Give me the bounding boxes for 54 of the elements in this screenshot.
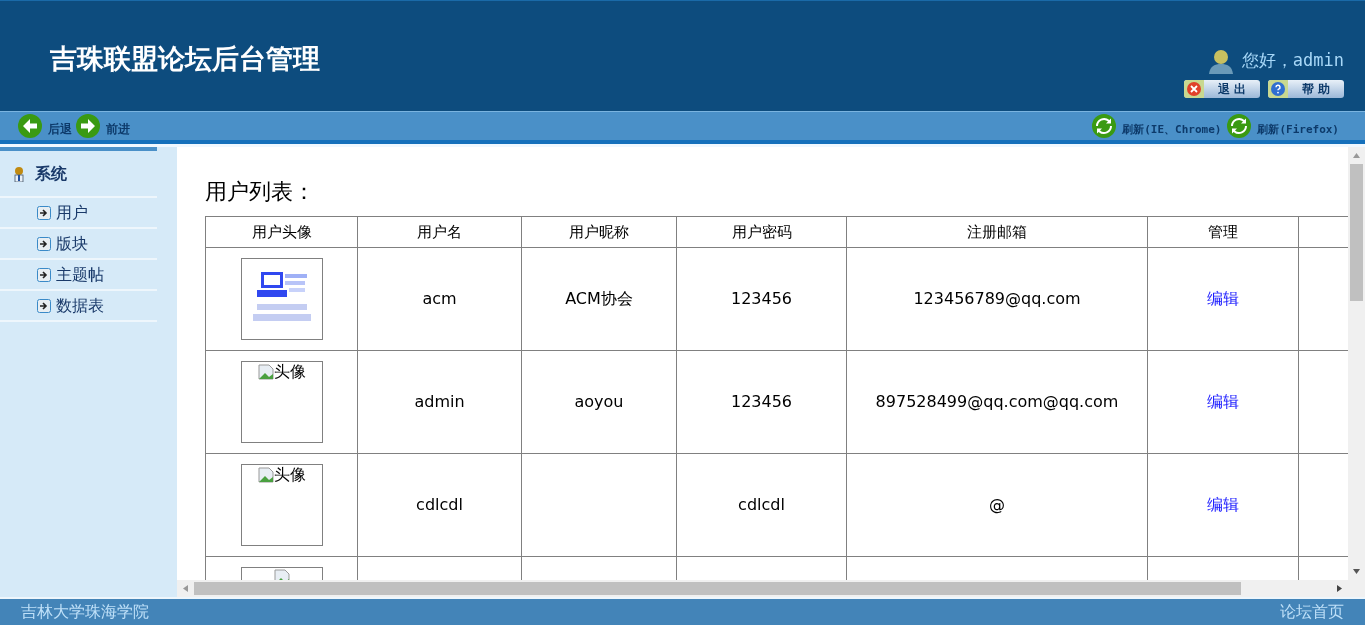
table-cell: 123456 xyxy=(730,289,793,308)
page-title: 用户列表： xyxy=(205,178,316,206)
edit-link[interactable]: 编辑 xyxy=(1207,495,1239,514)
table-cell: ACM协会 xyxy=(565,289,633,308)
table-cell: cdlcdl xyxy=(416,495,463,514)
broken-image-icon xyxy=(257,467,274,483)
vertical-scrollbar[interactable] xyxy=(1348,147,1365,580)
broken-image-icon xyxy=(273,569,290,580)
table-cell: 897528499@qq.com@qq.com xyxy=(875,392,1119,411)
sidebar-group[interactable]: 系统 xyxy=(0,151,157,198)
refresh-icon xyxy=(1227,114,1252,138)
person-icon xyxy=(13,165,25,182)
scroll-down-icon[interactable] xyxy=(1353,569,1360,574)
sidebar-item[interactable]: 数据表 xyxy=(0,291,157,322)
table-cell: 123456 xyxy=(730,392,793,411)
sidebar-item[interactable]: 用户 xyxy=(0,198,157,229)
help-button[interactable]: 帮 助 xyxy=(1268,80,1344,98)
column-header: 用户头像 xyxy=(205,216,358,248)
broken-image-icon xyxy=(257,364,274,380)
table-cell: @ xyxy=(989,495,1005,514)
table-cell: admin xyxy=(414,392,465,411)
arrow-icon xyxy=(37,298,51,313)
greeting-text: 您好，admin xyxy=(1241,49,1344,73)
arrow-icon xyxy=(37,205,51,220)
column-header: 用户名 xyxy=(357,216,522,248)
edit-link[interactable]: 编辑 xyxy=(1207,289,1239,308)
scroll-left-icon[interactable] xyxy=(183,585,188,592)
table-cell: aoyou xyxy=(574,392,624,411)
footer-text: 吉林大学珠海学院 xyxy=(21,601,149,623)
scroll-thumb[interactable] xyxy=(1350,164,1363,301)
close-icon xyxy=(1187,82,1201,96)
user-icon xyxy=(1207,48,1234,74)
arrow-icon xyxy=(37,267,51,282)
logout-button[interactable]: 退 出 xyxy=(1184,80,1260,98)
help-icon xyxy=(1271,82,1285,96)
horizontal-scrollbar[interactable] xyxy=(177,580,1365,597)
scroll-right-icon[interactable] xyxy=(1337,585,1342,592)
refresh-icon xyxy=(1092,114,1117,138)
sidebar-item[interactable]: 主题帖 xyxy=(0,260,157,291)
column-header: 用户密码 xyxy=(676,216,847,248)
scroll-up-icon[interactable] xyxy=(1353,153,1360,158)
image-alt-text: 头像 xyxy=(273,363,306,381)
edit-link[interactable]: 编辑 xyxy=(1207,392,1239,411)
arrow-icon xyxy=(37,236,51,251)
scroll-thumb[interactable] xyxy=(194,582,1241,595)
sidebar-item[interactable]: 版块 xyxy=(0,229,157,260)
table-cell: acm xyxy=(422,289,457,308)
column-header: 注册邮箱 xyxy=(846,216,1148,248)
column-header: 用户昵称 xyxy=(521,216,677,248)
table-cell: 123456789@qq.com xyxy=(913,289,1081,308)
image-alt-text: 头像 xyxy=(273,466,306,484)
column-header: 管理 xyxy=(1147,216,1299,248)
table-cell: cdlcdl xyxy=(738,495,785,514)
site-title: 吉珠联盟论坛后台管理 xyxy=(50,42,320,76)
